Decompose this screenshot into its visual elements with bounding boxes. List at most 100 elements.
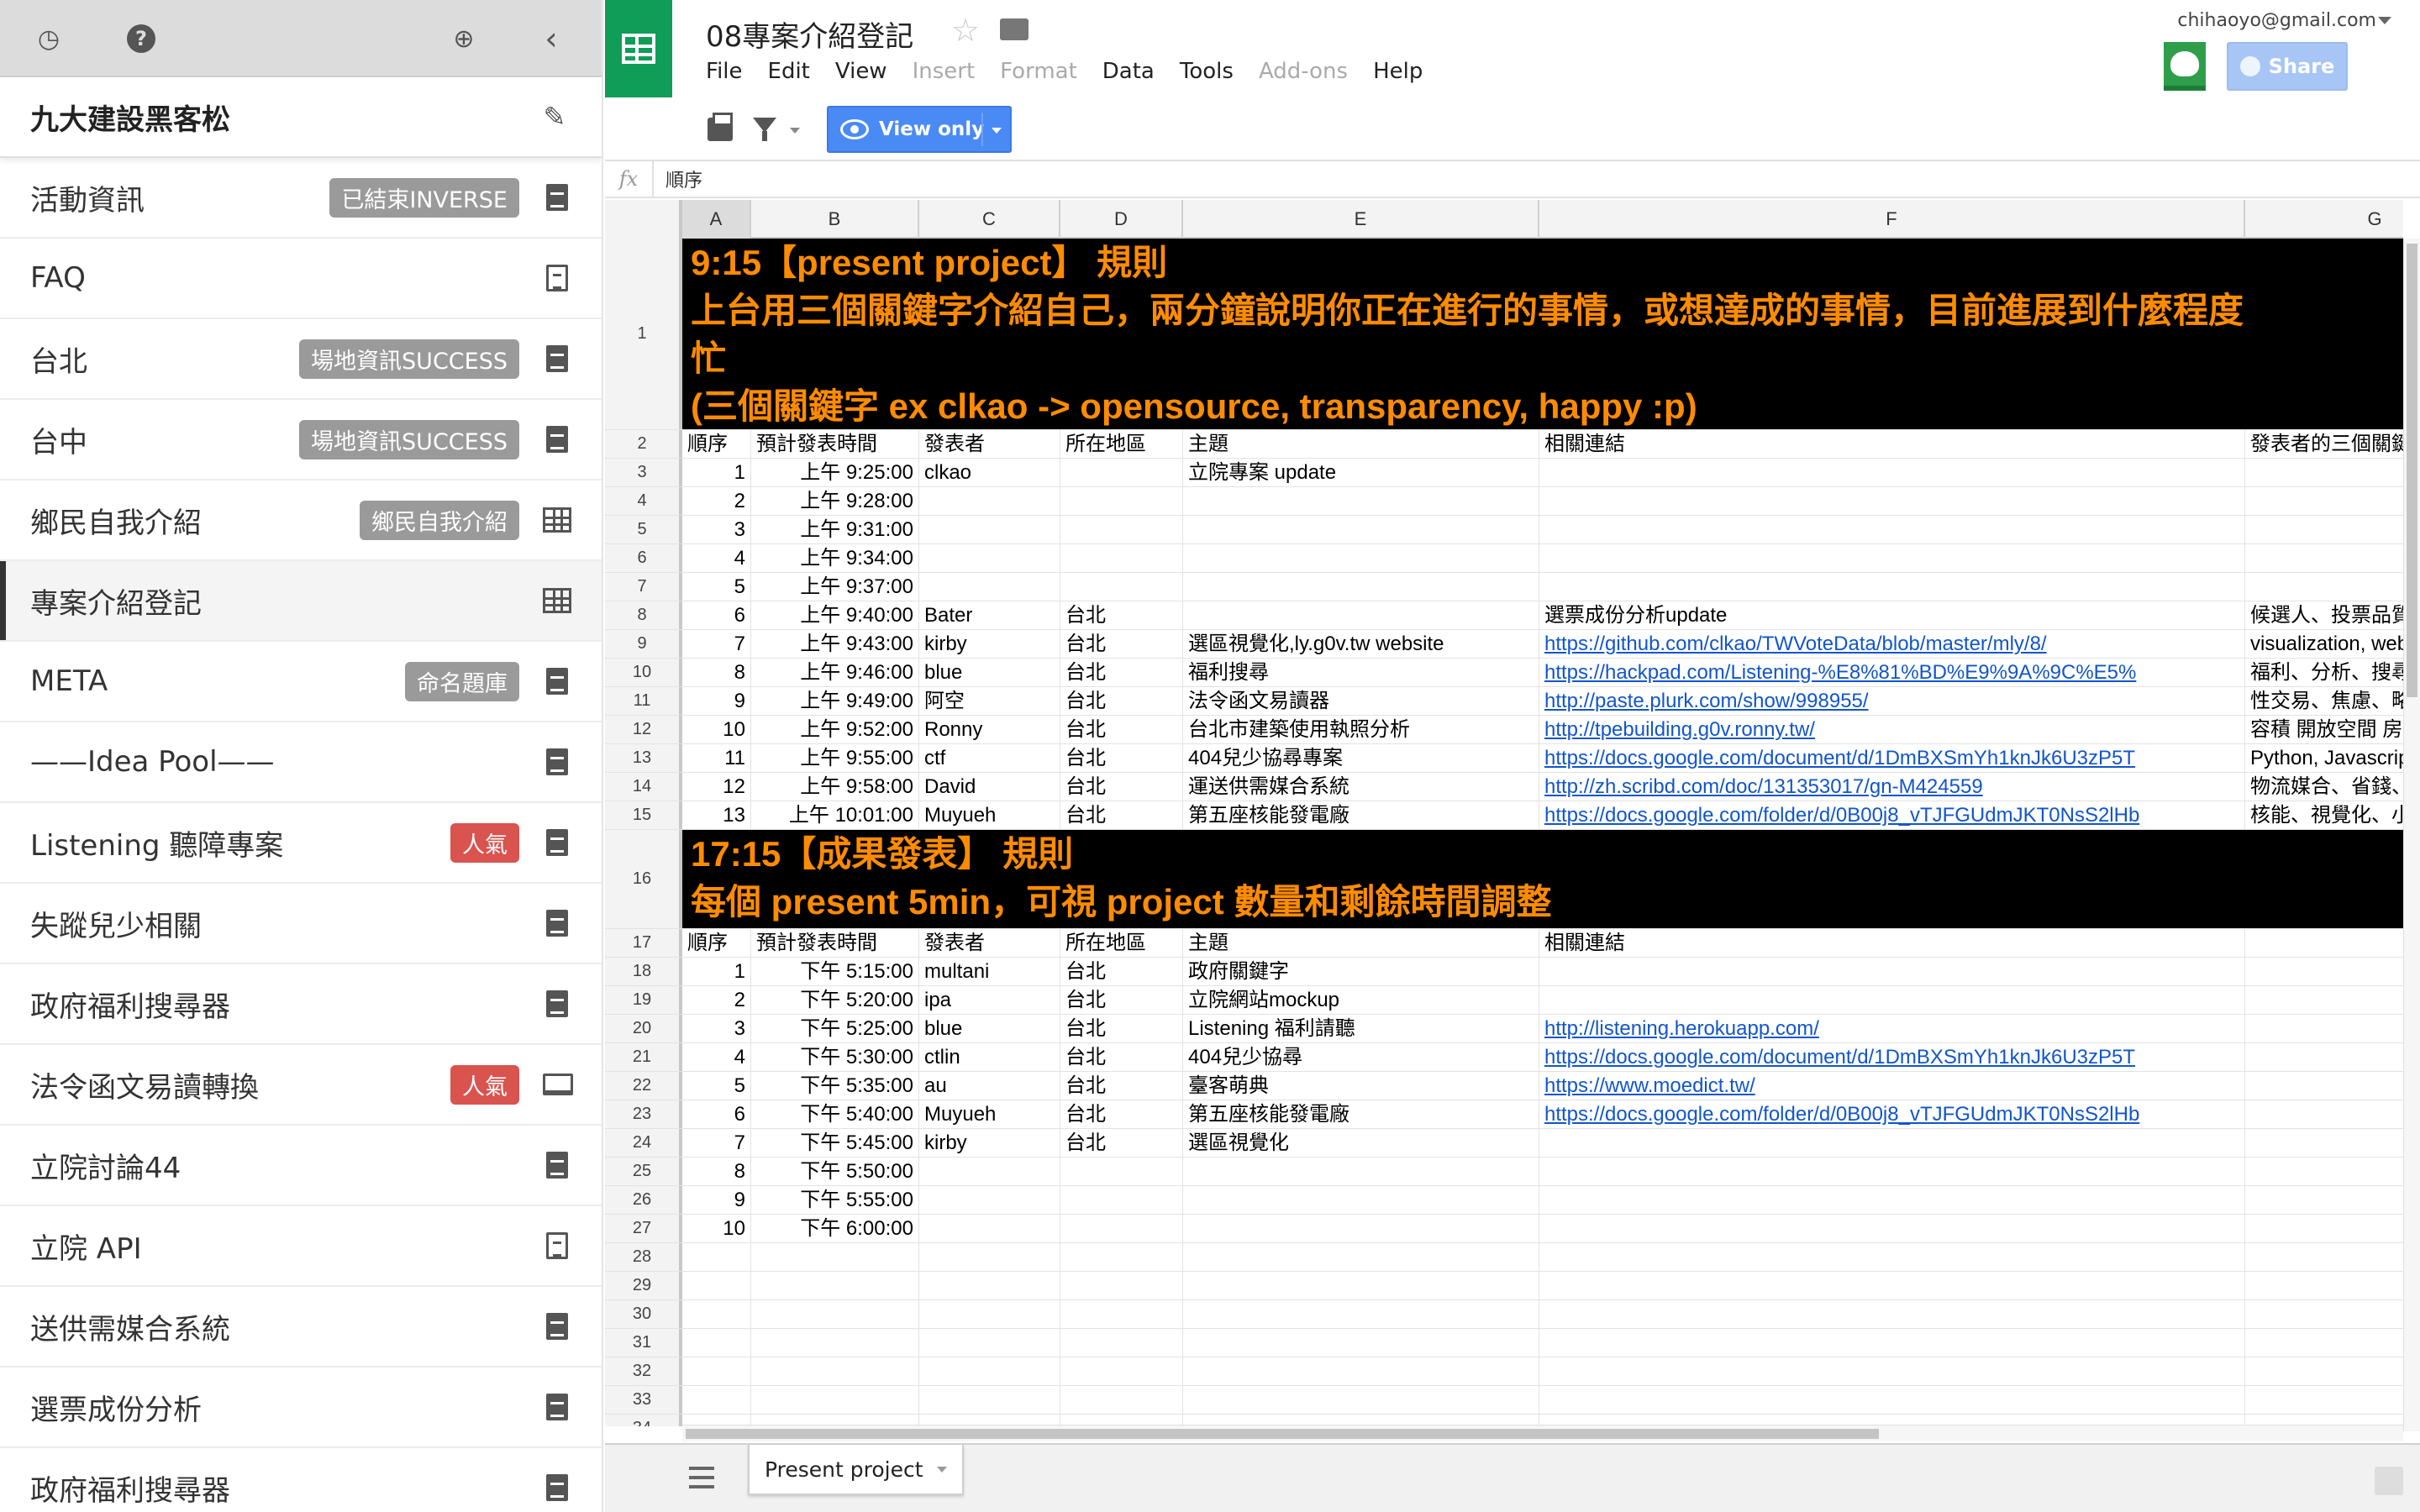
cell[interactable]: 主題 xyxy=(1183,430,1539,458)
cell[interactable]: 台北 xyxy=(1060,687,1183,715)
cell[interactable] xyxy=(1539,1300,2245,1328)
cell[interactable]: https://www.moedict.tw/ xyxy=(1539,1072,2245,1100)
row-header[interactable]: 13 xyxy=(605,744,682,772)
cell[interactable]: kirby xyxy=(919,1129,1060,1157)
cell[interactable]: 福利、分析、搜尋 xyxy=(2245,659,2403,686)
menu-item-addons[interactable]: Add-ons xyxy=(1259,59,1348,84)
cell[interactable]: 上午 9:43:00 xyxy=(751,630,919,658)
cell[interactable] xyxy=(751,1386,919,1414)
cell[interactable] xyxy=(1183,1186,1539,1214)
sidebar-item[interactable]: 活動資訊 已結束INVERSE xyxy=(0,158,602,239)
cell[interactable] xyxy=(2245,459,2403,486)
cell[interactable]: 福利搜尋 xyxy=(1183,659,1539,686)
cell[interactable]: 順序 xyxy=(682,430,751,458)
cell[interactable] xyxy=(1060,1386,1183,1414)
history-icon[interactable]: ◷ xyxy=(32,22,66,55)
cell[interactable] xyxy=(1183,573,1539,601)
cell[interactable] xyxy=(1539,1186,2245,1214)
cell[interactable]: 容積 開放空間 房價 xyxy=(2245,716,2403,743)
cell[interactable]: 台北 xyxy=(1060,659,1183,686)
cell[interactable]: http://zh.scribd.com/doc/131353017/gn-M4… xyxy=(1539,773,2245,801)
sidebar-item[interactable]: 台中 場地資訊SUCCESS xyxy=(0,400,602,480)
cell[interactable] xyxy=(1060,1215,1183,1242)
cell[interactable] xyxy=(682,1300,751,1328)
cell[interactable] xyxy=(2245,929,2403,957)
cell[interactable]: blue xyxy=(919,1015,1060,1042)
cell[interactable]: 下午 5:15:00 xyxy=(751,958,919,985)
cell[interactable]: https://docs.google.com/folder/d/0B00j8_… xyxy=(1539,801,2245,829)
cell[interactable] xyxy=(2245,1100,2403,1128)
cell[interactable] xyxy=(1183,487,1539,515)
cell[interactable] xyxy=(1539,1158,2245,1185)
cell[interactable]: 下午 5:20:00 xyxy=(751,986,919,1014)
row-header[interactable]: 31 xyxy=(605,1329,682,1357)
row-header[interactable]: 12 xyxy=(605,716,682,743)
cell[interactable] xyxy=(1060,1272,1183,1299)
cell[interactable] xyxy=(1539,459,2245,486)
cell[interactable]: 台北 xyxy=(1060,1100,1183,1128)
cell[interactable]: 3 xyxy=(682,1015,751,1042)
cell[interactable] xyxy=(1539,1215,2245,1242)
cell[interactable]: http://tpebuilding.g0v.ronny.tw/ xyxy=(1539,716,2245,743)
spreadsheet-grid[interactable]: ABCDEFG 1 9:15【present project】 規則 上台用三個關鍵… xyxy=(605,200,2403,1426)
cell[interactable] xyxy=(1060,1300,1183,1328)
cell[interactable]: http://listening.herokuapp.com/ xyxy=(1539,1015,2245,1042)
row-header[interactable]: 27 xyxy=(605,1215,682,1242)
cell[interactable]: 第五座核能發電廠 xyxy=(1183,1100,1539,1128)
cell[interactable] xyxy=(1539,516,2245,543)
share-button[interactable]: Share xyxy=(2227,42,2348,91)
cell[interactable] xyxy=(919,573,1060,601)
cell[interactable] xyxy=(1539,1386,2245,1414)
star-icon[interactable]: ☆ xyxy=(951,12,980,49)
cell[interactable]: 臺客萌典 xyxy=(1183,1072,1539,1100)
cell[interactable] xyxy=(682,1357,751,1385)
cell[interactable]: 2 xyxy=(682,986,751,1014)
cell[interactable] xyxy=(2245,1329,2403,1357)
cell[interactable]: 順序 xyxy=(682,929,751,957)
cell[interactable]: https://docs.google.com/folder/d/0B00j8_… xyxy=(1539,1100,2245,1128)
menu-item-help[interactable]: Help xyxy=(1373,59,1423,84)
row-header[interactable]: 9 xyxy=(605,630,682,658)
cell[interactable]: 候選人、投票品質、市場控制 xyxy=(2245,601,2403,629)
column-header[interactable]: G xyxy=(2245,200,2403,239)
cell[interactable]: 1 xyxy=(682,459,751,486)
cell[interactable] xyxy=(1060,487,1183,515)
cell[interactable] xyxy=(1183,1300,1539,1328)
cell[interactable] xyxy=(1539,958,2245,985)
cell[interactable]: https://docs.google.com/document/d/1DmBX… xyxy=(1539,744,2245,772)
cell[interactable]: kirby xyxy=(919,630,1060,658)
cell[interactable] xyxy=(1183,1158,1539,1185)
cell[interactable]: 8 xyxy=(682,659,751,686)
cell[interactable]: 選區視覺化,ly.g0v.tw website xyxy=(1183,630,1539,658)
cell[interactable]: 上午 9:37:00 xyxy=(751,573,919,601)
cell[interactable]: 第五座核能發電廠 xyxy=(1183,801,1539,829)
cell[interactable]: 6 xyxy=(682,601,751,629)
cell[interactable] xyxy=(919,1158,1060,1185)
zoom-in-icon[interactable]: ⊕ xyxy=(447,22,481,55)
menu-item-view[interactable]: View xyxy=(835,59,887,84)
edit-pencil-icon[interactable]: ✎ xyxy=(538,101,571,134)
row-header[interactable]: 2 xyxy=(605,430,682,458)
row-header[interactable]: 7 xyxy=(605,573,682,601)
cell[interactable]: 6 xyxy=(682,1100,751,1128)
sidebar-item[interactable]: 選票成份分析 xyxy=(0,1368,602,1448)
sidebar-item[interactable]: 鄉民自我介紹 鄉民自我介紹 xyxy=(0,480,602,561)
cell[interactable]: 台北 xyxy=(1060,986,1183,1014)
cell[interactable]: 性交易、焦慮、略懂 xyxy=(2245,687,2403,715)
cell[interactable]: 台北 xyxy=(1060,1043,1183,1071)
cell[interactable]: 13 xyxy=(682,801,751,829)
column-header[interactable]: D xyxy=(1060,200,1183,239)
collapse-sidebar-icon[interactable]: ‹ xyxy=(534,20,568,57)
cell[interactable]: 台北 xyxy=(1060,1015,1183,1042)
cell[interactable]: Python, Javascript, Google a xyxy=(2245,744,2403,772)
cell[interactable] xyxy=(919,1243,1060,1271)
cell[interactable] xyxy=(751,1357,919,1385)
cell[interactable] xyxy=(1183,1329,1539,1357)
cell[interactable]: 選票成份分析update xyxy=(1539,601,2245,629)
menu-item-edit[interactable]: Edit xyxy=(768,59,810,84)
cell[interactable]: 下午 5:35:00 xyxy=(751,1072,919,1100)
cell[interactable]: 運送供需媒合系統 xyxy=(1183,773,1539,801)
sidebar-item[interactable]: 政府福利搜尋器 xyxy=(0,964,602,1045)
cell[interactable]: 發表者 xyxy=(919,430,1060,458)
cell[interactable]: 發表者的三個關鍵字 xyxy=(2245,430,2403,458)
